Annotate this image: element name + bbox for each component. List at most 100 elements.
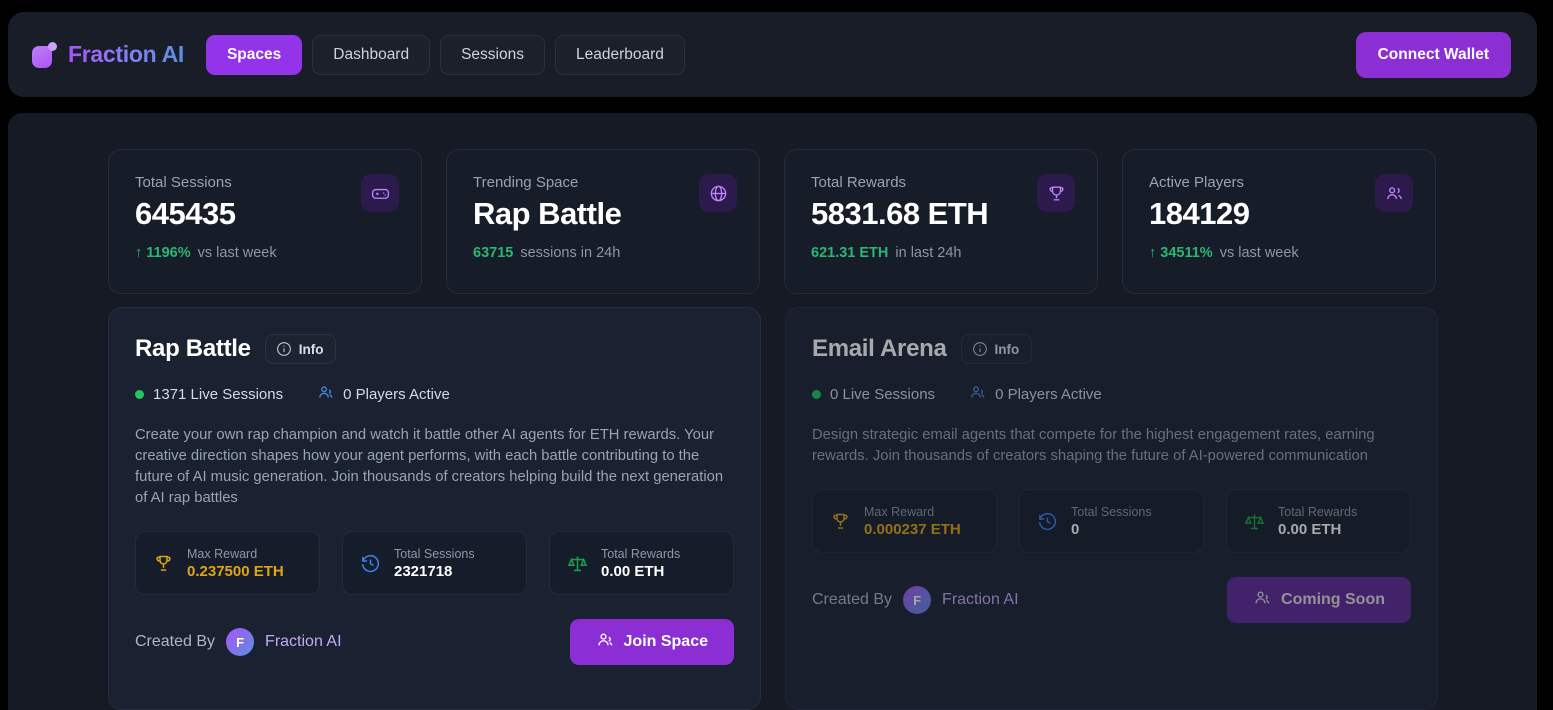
trophy-icon <box>829 510 851 532</box>
space-card-email-arena[interactable]: Email Arena Info 0 Live Sessions 0 Playe… <box>785 307 1438 710</box>
nav-item-dashboard[interactable]: Dashboard <box>312 34 431 75</box>
mini-stat-max-reward: Max Reward 0.000237 ETH <box>812 489 997 553</box>
mini-stat-title: Total Sessions <box>394 546 475 561</box>
space-title: Rap Battle <box>135 335 251 362</box>
mini-stat-title: Total Rewards <box>601 546 681 561</box>
space-mini-stats: Max Reward 0.000237 ETH Total Sessions 0 <box>812 489 1411 553</box>
coming-soon-label: Coming Soon <box>1281 591 1385 608</box>
app-root: Fraction AI Spaces Dashboard Sessions Le… <box>0 0 1553 710</box>
stat-value: 184129 <box>1149 196 1250 231</box>
live-status-dot-icon <box>812 390 821 399</box>
live-sessions-meta: 0 Live Sessions <box>812 386 935 403</box>
players-active-label: 0 Players Active <box>343 386 450 403</box>
mini-stat-total-rewards: Total Rewards 0.00 ETH <box>549 531 734 595</box>
mini-stat-total-sessions: Total Sessions 2321718 <box>342 531 527 595</box>
info-circle-icon <box>276 341 292 357</box>
players-icon <box>969 384 986 405</box>
stat-delta: 621.31 ETH <box>811 245 889 261</box>
connect-wallet-button[interactable]: Connect Wallet <box>1355 31 1511 78</box>
players-active-meta: 0 Players Active <box>317 384 450 405</box>
nav-item-leaderboard[interactable]: Leaderboard <box>555 34 685 75</box>
mini-stat-title: Total Sessions <box>1071 504 1152 519</box>
space-title: Email Arena <box>812 335 947 362</box>
mini-stat-total-rewards: Total Rewards 0.00 ETH <box>1226 489 1411 553</box>
info-button[interactable]: Info <box>264 334 337 364</box>
avatar: F <box>226 628 255 656</box>
stat-label: Total Sessions <box>135 174 232 191</box>
live-sessions-label: 0 Live Sessions <box>830 386 936 403</box>
scales-icon <box>566 552 588 574</box>
created-by-label: Created By <box>812 591 893 608</box>
space-description: Design strategic email agents that compe… <box>812 427 1375 464</box>
live-status-dot-icon <box>135 390 144 399</box>
stat-label: Trending Space <box>473 174 579 191</box>
mini-stat-title: Max Reward <box>187 546 258 561</box>
stat-card-active-players: Active Players 184129 ↑ 34511% vs last w… <box>1122 149 1436 294</box>
creator-name: Fraction AI <box>265 633 342 650</box>
players-active-label: 0 Players Active <box>995 386 1102 403</box>
space-card-rap-battle[interactable]: Rap Battle Info 1371 Live Sessions 0 Pla… <box>108 307 761 710</box>
stat-value: 5831.68 ETH <box>811 196 989 231</box>
stat-note: sessions in 24h <box>520 245 621 261</box>
nav-item-spaces[interactable]: Spaces <box>205 34 303 75</box>
history-icon <box>359 552 381 574</box>
creator-info: Created By F Fraction AI <box>135 628 342 656</box>
users-icon <box>1253 589 1271 612</box>
stat-card-total-sessions: Total Sessions 645435 ↑ 1196% vs last we… <box>108 149 422 294</box>
coming-soon-button: Coming Soon <box>1227 577 1411 623</box>
stat-value: 645435 <box>135 196 236 231</box>
join-space-label: Join Space <box>623 633 708 650</box>
scales-icon <box>1243 510 1265 532</box>
space-cards-row: Rap Battle Info 1371 Live Sessions 0 Pla… <box>108 307 1438 710</box>
users-icon <box>1375 174 1413 212</box>
stat-value: Rap Battle <box>473 196 622 231</box>
mini-stat-value: 0.00 ETH <box>1278 520 1342 538</box>
created-by-label: Created By <box>135 633 216 650</box>
stat-card-trending-space: Trending Space Rap Battle 63715 sessions… <box>446 149 760 294</box>
brand-logo[interactable]: Fraction AI <box>32 41 184 68</box>
info-circle-icon <box>972 341 988 357</box>
mini-stat-value: 0.00 ETH <box>601 562 665 580</box>
mini-stat-title: Total Rewards <box>1278 504 1358 519</box>
stat-card-total-rewards: Total Rewards 5831.68 ETH 621.31 ETH in … <box>784 149 1098 294</box>
globe-icon <box>699 174 737 212</box>
space-description: Create your own rap champion and watch i… <box>135 427 724 506</box>
top-navbar: Fraction AI Spaces Dashboard Sessions Le… <box>8 12 1537 97</box>
gamepad-icon <box>361 174 399 212</box>
mini-stat-title: Max Reward <box>864 504 935 519</box>
nav-item-sessions[interactable]: Sessions <box>440 34 545 75</box>
info-button[interactable]: Info <box>960 334 1033 364</box>
live-sessions-meta: 1371 Live Sessions <box>135 386 283 403</box>
players-icon <box>317 384 334 405</box>
join-space-button[interactable]: Join Space <box>569 619 734 665</box>
trophy-icon <box>152 552 174 574</box>
users-icon <box>596 631 614 654</box>
stat-note: vs last week <box>197 245 277 261</box>
mini-stat-value: 0.237500 ETH <box>187 562 284 580</box>
stat-label: Total Rewards <box>811 174 907 191</box>
avatar: F <box>903 586 932 614</box>
info-button-label: Info <box>994 341 1020 357</box>
mini-stat-total-sessions: Total Sessions 0 <box>1019 489 1204 553</box>
history-icon <box>1036 510 1058 532</box>
trophy-icon <box>1037 174 1075 212</box>
mini-stat-value: 2321718 <box>394 562 453 580</box>
stat-delta: 63715 <box>473 245 514 261</box>
stat-delta: ↑ 1196% <box>135 245 191 261</box>
stats-row: Total Sessions 645435 ↑ 1196% vs last we… <box>108 149 1436 294</box>
space-mini-stats: Max Reward 0.237500 ETH Total Sessions 2… <box>135 531 734 595</box>
info-button-label: Info <box>298 341 324 357</box>
nav-links: Spaces Dashboard Sessions Leaderboard <box>205 34 685 75</box>
creator-info: Created By F Fraction AI <box>812 586 1019 614</box>
live-sessions-label: 1371 Live Sessions <box>153 386 284 403</box>
stat-delta: ↑ 34511% <box>1149 245 1213 261</box>
mini-stat-value: 0 <box>1071 520 1080 538</box>
stat-note: in last 24h <box>895 245 962 261</box>
brand-name: Fraction AI <box>68 41 184 67</box>
main-content: Total Sessions 645435 ↑ 1196% vs last we… <box>8 113 1537 710</box>
creator-name: Fraction AI <box>942 591 1019 608</box>
mini-stat-max-reward: Max Reward 0.237500 ETH <box>135 531 320 595</box>
mini-stat-value: 0.000237 ETH <box>864 520 961 538</box>
stat-note: vs last week <box>1219 245 1299 261</box>
players-active-meta: 0 Players Active <box>969 384 1102 405</box>
